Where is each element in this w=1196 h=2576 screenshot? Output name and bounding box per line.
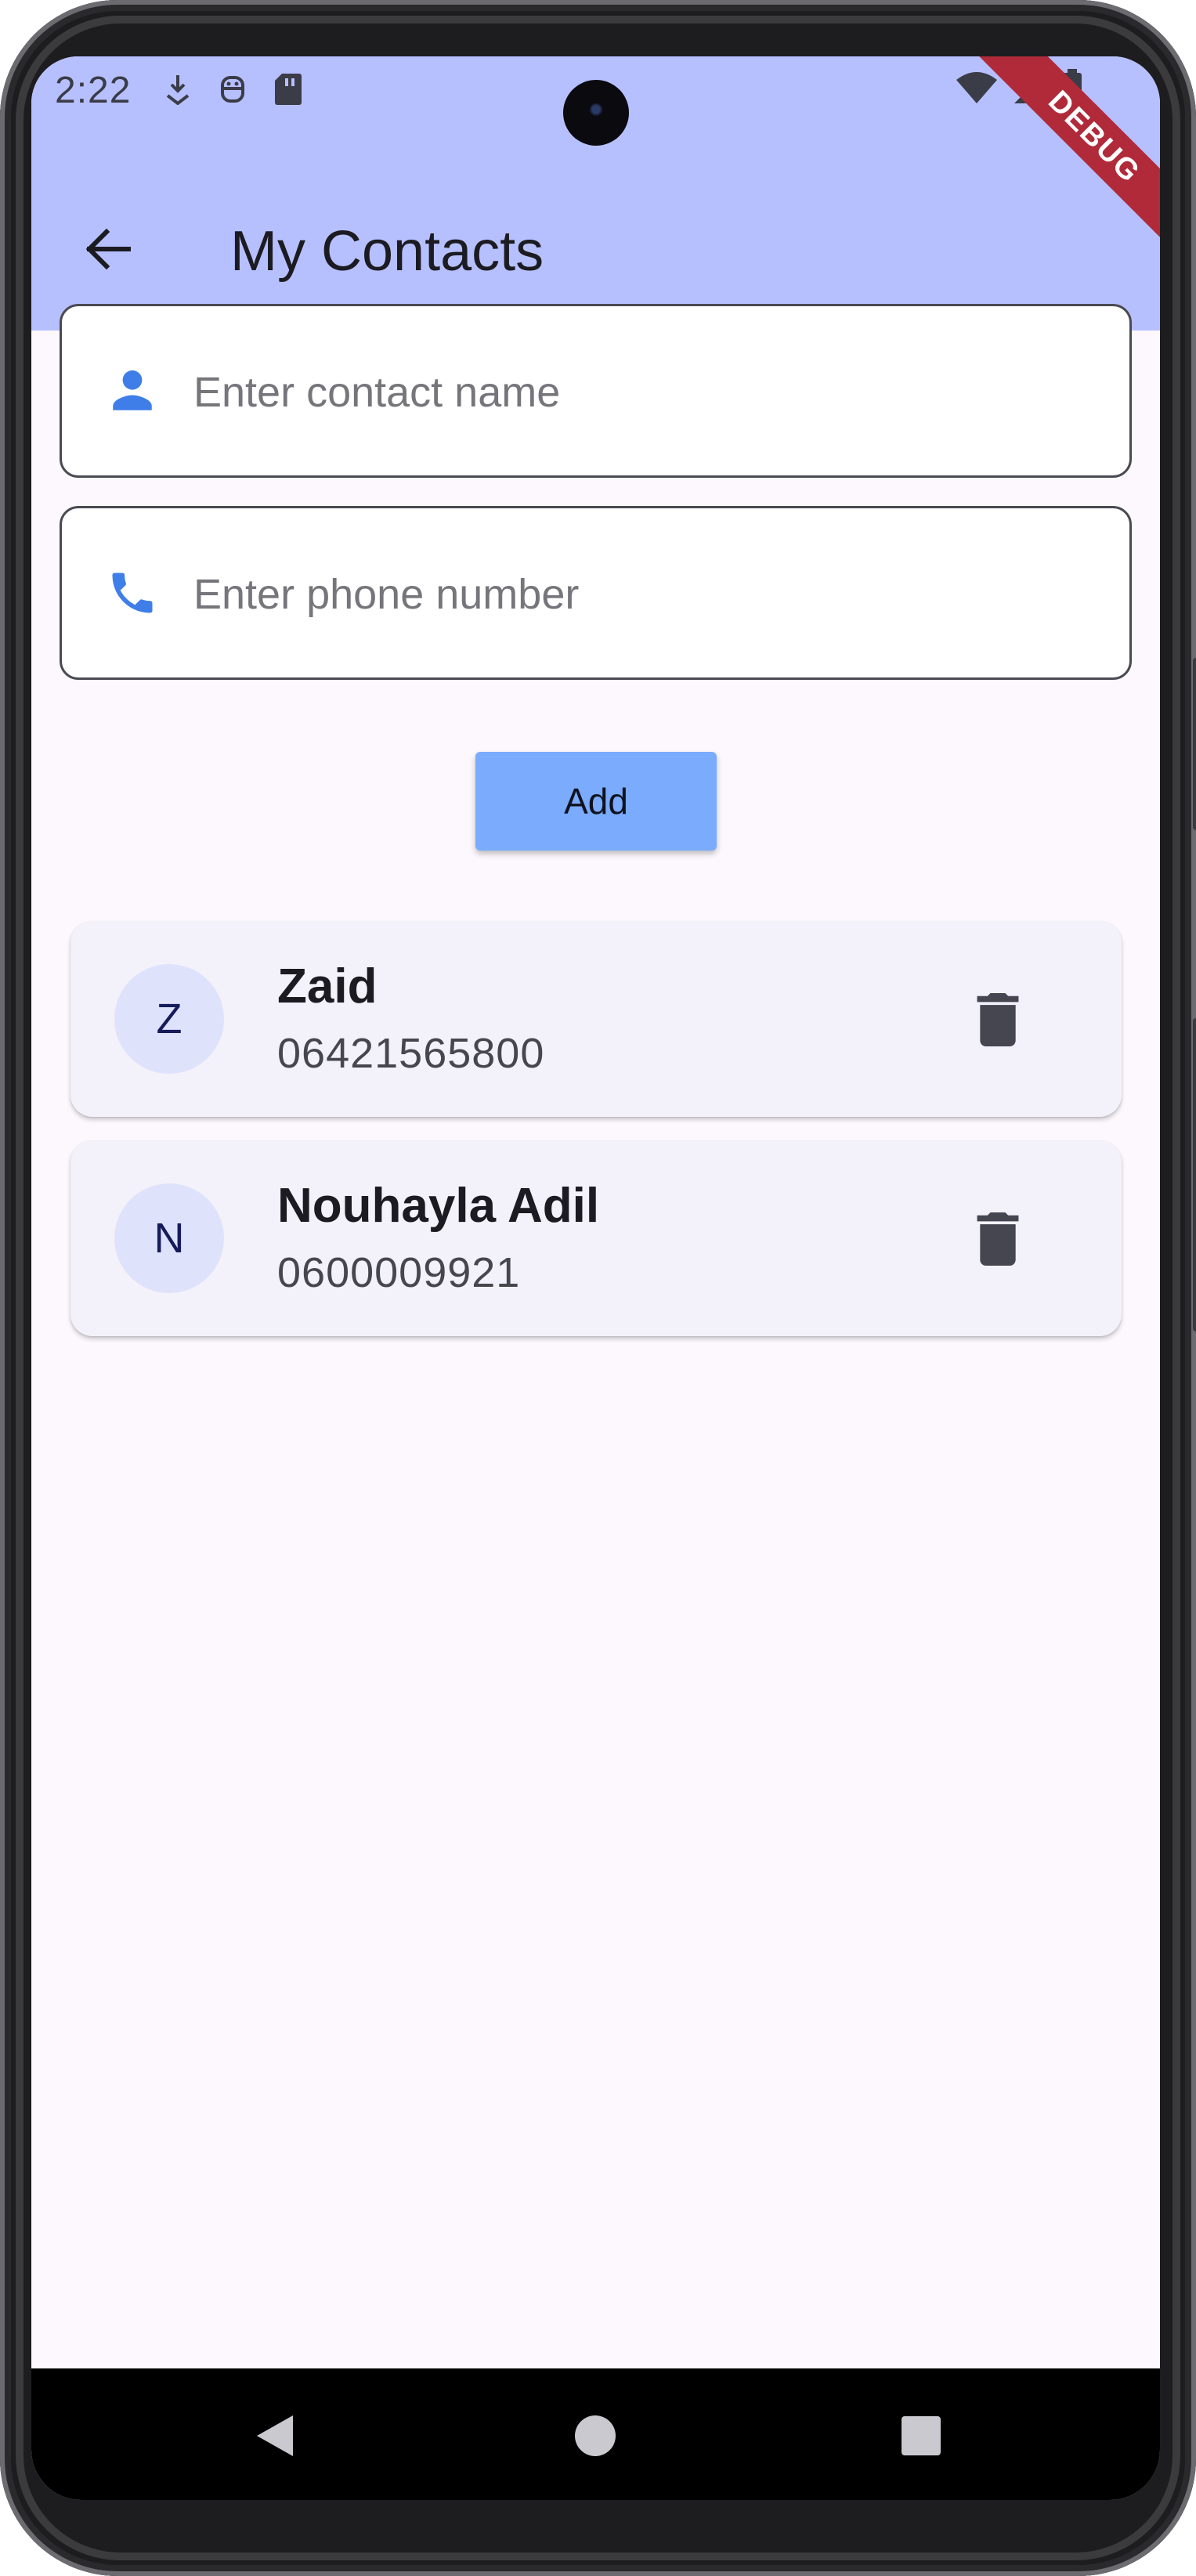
contact-name: Nouhayla Adil [277, 1179, 600, 1233]
download-notification-icon [166, 75, 190, 105]
avatar: N [114, 1183, 224, 1293]
nav-back-button[interactable] [244, 2404, 307, 2467]
delete-button[interactable] [960, 1201, 1035, 1277]
phone-frame: 2:22 My Contacts DEBUG Enter contact nam… [0, 0, 1196, 2576]
phone-number-input[interactable] [193, 547, 1086, 641]
phone-icon [96, 557, 168, 629]
status-bar: 2:22 [31, 56, 1160, 149]
status-icons-left [164, 72, 302, 107]
status-time: 2:22 [55, 70, 132, 111]
nav-home-icon [575, 2415, 616, 2456]
back-button[interactable] [75, 216, 141, 282]
contact-name: Zaid [277, 959, 378, 1013]
nav-recents-icon [902, 2416, 941, 2455]
trash-icon [977, 1212, 1019, 1266]
front-camera [563, 80, 629, 146]
person-icon [96, 355, 168, 427]
power-button [1193, 1018, 1196, 1331]
phone-number-field[interactable] [60, 506, 1132, 680]
wifi-icon [956, 72, 997, 103]
sd-card-icon [275, 74, 302, 105]
arrow-back-icon [85, 228, 131, 270]
avatar: Z [114, 964, 224, 1074]
volume-button [1193, 658, 1196, 830]
nav-home-button[interactable] [564, 2404, 627, 2467]
contact-card[interactable]: Z Zaid 06421565800 [70, 921, 1122, 1117]
screen: 2:22 My Contacts DEBUG Enter contact nam… [31, 56, 1160, 2500]
contact-name-field[interactable] [60, 304, 1132, 478]
contact-phone: 0600009921 [277, 1249, 521, 1296]
nav-recents-button[interactable] [890, 2404, 952, 2467]
trash-icon [977, 993, 1019, 1046]
nav-back-icon [257, 2415, 293, 2456]
contact-card[interactable]: N Nouhayla Adil 0600009921 [70, 1140, 1122, 1336]
add-button[interactable]: Add [475, 752, 717, 851]
android-debug-icon [221, 76, 244, 103]
page-title: My Contacts [230, 220, 544, 283]
system-nav-bar [31, 2368, 1160, 2500]
contact-name-input[interactable] [193, 345, 1086, 439]
delete-button[interactable] [960, 982, 1035, 1057]
contact-phone: 06421565800 [277, 1030, 545, 1077]
